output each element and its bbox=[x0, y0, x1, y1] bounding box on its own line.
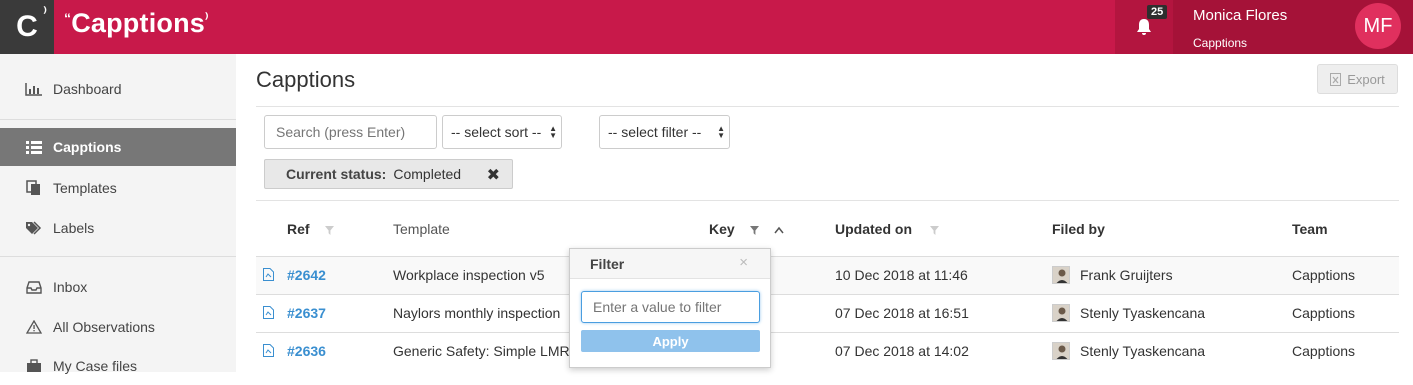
bell-icon bbox=[1137, 19, 1151, 35]
notification-count-badge: 25 bbox=[1147, 5, 1168, 19]
sort-ascending-icon[interactable] bbox=[774, 226, 784, 234]
select-arrows-icon: ▲ ▼ bbox=[549, 124, 557, 140]
user-avatar-thumbnail bbox=[1052, 304, 1070, 322]
column-header-updated-on[interactable]: Updated on bbox=[835, 221, 912, 237]
filter-popover-header: Filter × bbox=[570, 249, 770, 279]
row-updated-on: 07 Dec 2018 at 14:02 bbox=[835, 343, 969, 359]
filter-popover: Filter × Apply bbox=[569, 248, 771, 368]
document-icon bbox=[263, 268, 274, 281]
divider bbox=[256, 106, 1399, 107]
logo-glyph: C ⁾ bbox=[16, 4, 47, 43]
divider bbox=[0, 119, 236, 120]
row-template: Generic Safety: Simple LMRA bbox=[393, 343, 579, 359]
column-header-team[interactable]: Team bbox=[1292, 221, 1328, 237]
filter-select[interactable]: -- select filter -- ▲ ▼ bbox=[599, 115, 730, 149]
avatar[interactable]: MF bbox=[1355, 3, 1401, 49]
row-template: Naylors monthly inspection bbox=[393, 305, 561, 321]
row-team: Capptions bbox=[1292, 343, 1356, 359]
close-icon[interactable]: × bbox=[739, 254, 748, 271]
sidebar-item-label: Templates bbox=[53, 180, 117, 196]
row-ref-link[interactable]: #2642 bbox=[287, 267, 326, 283]
row-filed-by: Frank Gruijters bbox=[1080, 267, 1173, 283]
sidebar-item-label: Labels bbox=[53, 220, 95, 236]
status-filter-chip: Current status: Completed ✖ bbox=[264, 159, 513, 189]
sidebar-item-inbox[interactable]: Inbox bbox=[0, 268, 236, 306]
sidebar-item-label: Inbox bbox=[53, 279, 88, 295]
sidebar-item-capptions[interactable]: Capptions bbox=[0, 128, 236, 166]
export-button[interactable]: Export bbox=[1317, 64, 1398, 94]
inbox-icon bbox=[24, 279, 44, 295]
filter-funnel-icon[interactable] bbox=[750, 226, 759, 235]
column-header-template[interactable]: Template bbox=[393, 221, 450, 237]
user-organization: Capptions bbox=[1193, 36, 1248, 50]
sidebar-item-my-case-files[interactable]: My Case files bbox=[0, 347, 236, 385]
export-label: Export bbox=[1347, 71, 1385, 87]
sidebar-item-labels[interactable]: Labels bbox=[0, 209, 236, 247]
chip-label: Current status: bbox=[286, 166, 387, 182]
copy-icon bbox=[24, 180, 44, 196]
sidebar-item-dashboard[interactable]: Dashboard bbox=[0, 70, 236, 108]
filter-popover-title: Filter bbox=[590, 256, 625, 272]
row-filed-by: Stenly Tyaskencana bbox=[1080, 305, 1206, 321]
apply-button[interactable]: Apply bbox=[581, 330, 760, 352]
filter-value-input[interactable] bbox=[581, 291, 760, 323]
search-input[interactable] bbox=[264, 115, 437, 149]
row-updated-on: 10 Dec 2018 at 11:46 bbox=[835, 267, 968, 283]
row-team: Capptions bbox=[1292, 305, 1356, 321]
warning-icon bbox=[24, 319, 44, 335]
top-bar: C ⁾ “Capptions⁾ 25 Monica Flores Capption… bbox=[0, 0, 1413, 54]
column-header-filed-by[interactable]: Filed by bbox=[1052, 221, 1105, 237]
row-ref-link[interactable]: #2636 bbox=[287, 343, 326, 359]
tags-icon bbox=[24, 220, 44, 236]
sidebar-item-all-observations[interactable]: All Observations bbox=[0, 308, 236, 346]
remove-filter-icon[interactable]: ✖ bbox=[487, 165, 500, 185]
divider bbox=[256, 200, 1399, 201]
app-logo[interactable]: C ⁾ bbox=[0, 0, 54, 54]
chip-value: Completed bbox=[393, 166, 462, 182]
row-updated-on: 07 Dec 2018 at 16:51 bbox=[835, 305, 969, 321]
column-header-key[interactable]: Key bbox=[709, 221, 735, 237]
sort-select-value: -- select sort -- bbox=[451, 124, 542, 140]
select-arrows-icon: ▲ ▼ bbox=[717, 124, 725, 140]
user-name: Monica Flores bbox=[1193, 7, 1288, 24]
document-icon bbox=[263, 306, 274, 319]
sidebar-item-label: Dashboard bbox=[53, 81, 122, 97]
row-team: Capptions bbox=[1292, 267, 1356, 283]
filter-funnel-icon[interactable] bbox=[930, 226, 939, 235]
file-excel-icon bbox=[1330, 72, 1342, 86]
sidebar-item-label: All Observations bbox=[53, 319, 155, 335]
column-header-ref[interactable]: Ref bbox=[287, 221, 310, 237]
sidebar-item-label: Capptions bbox=[53, 139, 122, 155]
sidebar-item-templates[interactable]: Templates bbox=[0, 169, 236, 207]
user-avatar-thumbnail bbox=[1052, 266, 1070, 284]
page-title: Capptions bbox=[256, 67, 356, 92]
user-avatar-thumbnail bbox=[1052, 342, 1070, 360]
divider bbox=[0, 256, 236, 257]
row-template: Workplace inspection v5 bbox=[393, 267, 545, 283]
brand-name[interactable]: “Capptions⁾ bbox=[64, 8, 209, 39]
row-filed-by: Stenly Tyaskencana bbox=[1080, 343, 1206, 359]
notifications-button[interactable]: 25 bbox=[1115, 0, 1173, 54]
filter-funnel-icon[interactable] bbox=[325, 226, 334, 235]
filter-select-value: -- select filter -- bbox=[608, 124, 702, 140]
row-ref-link[interactable]: #2637 bbox=[287, 305, 326, 321]
user-menu[interactable]: Monica Flores Capptions MF bbox=[1173, 0, 1413, 54]
document-icon bbox=[263, 344, 274, 357]
sort-select[interactable]: -- select sort -- ▲ ▼ bbox=[442, 115, 562, 149]
list-icon bbox=[24, 139, 44, 155]
bar-chart-icon bbox=[24, 81, 44, 97]
sidebar: Dashboard Capptions Templates Labels Inb… bbox=[0, 54, 236, 374]
